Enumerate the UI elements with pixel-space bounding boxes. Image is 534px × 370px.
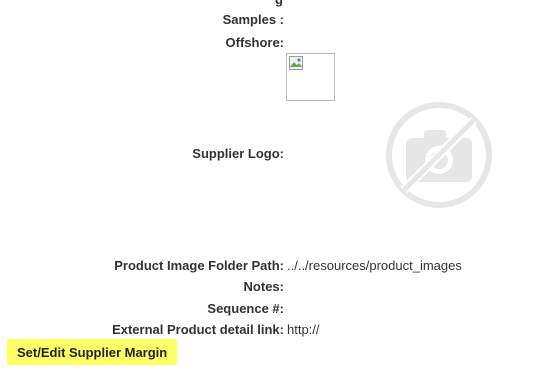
- set-edit-supplier-margin-button[interactable]: Set/Edit Supplier Margin: [7, 339, 177, 365]
- broken-image-icon: [289, 56, 303, 70]
- offshore-label: Offshore:: [225, 35, 285, 50]
- cut-off-label: g: [275, 0, 283, 7]
- image-folder-path-value: ../../resources/product_images: [287, 258, 462, 273]
- supplier-details-panel: g Samples : Offshore: Supplier Logo: Pro…: [0, 0, 534, 370]
- image-folder-path-label: Product Image Folder Path:: [114, 258, 284, 273]
- no-photo-camera-icon: [386, 102, 492, 208]
- supplier-logo-label: Supplier Logo:: [192, 146, 284, 161]
- external-product-link-label: External Product detail link:: [112, 322, 284, 337]
- samples-label: Samples :: [222, 12, 284, 27]
- supplier-logo-image: [286, 53, 335, 101]
- sequence-number-label: Sequence #:: [207, 301, 284, 316]
- external-product-link-value[interactable]: http://: [287, 322, 320, 337]
- notes-label: Notes:: [243, 279, 284, 294]
